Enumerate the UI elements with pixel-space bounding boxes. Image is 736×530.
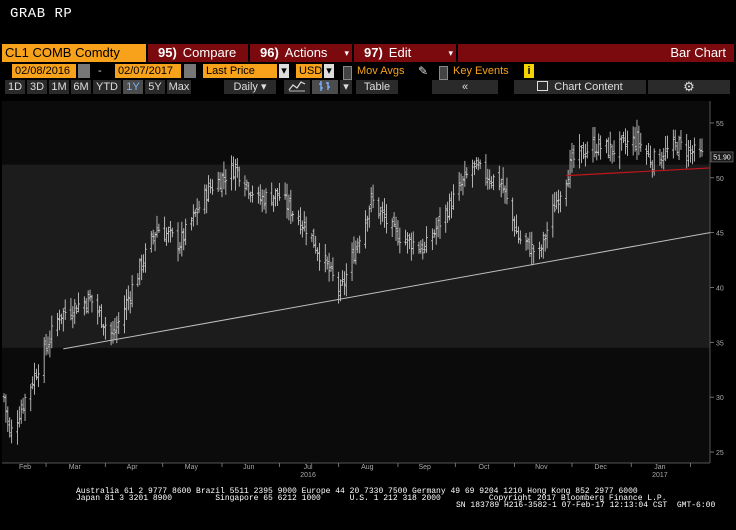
period-button-1m[interactable]: 1M bbox=[49, 80, 69, 94]
period-button-1d[interactable]: 1D bbox=[5, 80, 25, 94]
x-month-label: Aug bbox=[361, 464, 374, 471]
actions-number: 96) bbox=[260, 45, 279, 60]
field-select[interactable]: Last Price bbox=[203, 64, 277, 78]
period-button-5y[interactable]: 5Y bbox=[145, 80, 165, 94]
date-separator: - bbox=[98, 65, 102, 77]
footer: Australia 61 2 9777 8600 Brazil 5511 239… bbox=[0, 487, 736, 530]
edit-menu-button[interactable]: 97) Edit ▾ bbox=[354, 44, 456, 62]
key-events-label: Key Events bbox=[453, 65, 509, 77]
period-button-6m[interactable]: 6M bbox=[71, 80, 91, 94]
x-month-label: Apr bbox=[127, 464, 139, 471]
period-button-1y[interactable]: 1Y bbox=[123, 80, 143, 94]
last-price-label: 51.90 bbox=[713, 154, 731, 161]
toolbar-date-range: 02/08/2016 - 02/07/2017 Last Price ▾ USD… bbox=[0, 63, 736, 80]
chart-content-label: Chart Content bbox=[554, 81, 623, 93]
frequency-select[interactable]: Daily ▾ bbox=[224, 80, 276, 94]
chevron-down-icon: ▾ bbox=[448, 48, 453, 58]
period-button-3d[interactable]: 3D bbox=[27, 80, 47, 94]
currency-dropdown-arrow-icon[interactable]: ▾ bbox=[324, 64, 334, 78]
x-month-label: Oct bbox=[479, 464, 490, 471]
toolbar-primary: CL1 COMB Comdty 95) Compare 96) Actions ▾ … bbox=[0, 44, 736, 62]
x-month-label: Jan bbox=[654, 464, 665, 471]
nav-back-button[interactable]: « bbox=[432, 80, 498, 94]
compare-number: 95) bbox=[158, 45, 177, 60]
x-month-label: Nov bbox=[535, 464, 548, 471]
x-month-label: Jul bbox=[304, 464, 313, 471]
field-dropdown-arrow-icon[interactable]: ▾ bbox=[279, 64, 289, 78]
x-year-label: 2016 bbox=[300, 472, 316, 479]
x-year-label: 2017 bbox=[652, 472, 668, 479]
y-tick-label: 40 bbox=[716, 285, 724, 292]
chevron-down-icon: ▾ bbox=[344, 48, 349, 58]
chart-content-button[interactable]: Chart Content bbox=[514, 80, 646, 94]
y-tick-label: 25 bbox=[716, 450, 724, 457]
bar-chart-icon[interactable] bbox=[312, 80, 338, 94]
pencil-icon[interactable]: ✎ bbox=[418, 64, 430, 78]
calendar-icon[interactable] bbox=[184, 64, 196, 78]
price-chart[interactable]: 25 30 35 40 45 50 55 Feb Mar Apr May Jun Jul Aug Sep O… bbox=[0, 96, 736, 484]
window-title: GRAB RP bbox=[10, 6, 73, 22]
x-month-label: Mar bbox=[69, 464, 82, 471]
y-tick-label: 50 bbox=[716, 176, 724, 183]
compare-button[interactable]: 95) Compare bbox=[148, 44, 248, 62]
period-button-max[interactable]: Max bbox=[167, 80, 191, 94]
x-month-label: Feb bbox=[19, 464, 31, 471]
y-tick-label: 45 bbox=[716, 231, 724, 238]
y-tick-label: 30 bbox=[716, 395, 724, 402]
chevron-down-icon: ▾ bbox=[260, 81, 267, 93]
ticker-field[interactable]: CL1 COMB Comdty bbox=[2, 44, 146, 62]
y-tick-label: 55 bbox=[716, 121, 724, 128]
start-date-input[interactable]: 02/08/2016 bbox=[12, 64, 76, 78]
actions-label: Actions bbox=[284, 45, 328, 60]
mov-avgs-checkbox[interactable] bbox=[343, 66, 352, 80]
x-month-label: Dec bbox=[594, 464, 607, 471]
table-button[interactable]: Table bbox=[356, 80, 398, 94]
line-chart-icon[interactable] bbox=[284, 80, 310, 94]
toolbar-periods: 1D 3D 1M 6M YTD 1Y 5Y Max Daily ▾ ▾ Table « Cha… bbox=[0, 80, 736, 95]
mov-avgs-label: Mov Avgs bbox=[357, 65, 405, 77]
edit-label: Edit bbox=[388, 45, 412, 60]
chart-style-dropdown-icon[interactable]: ▾ bbox=[340, 80, 352, 94]
x-month-label: Sep bbox=[418, 464, 431, 471]
x-month-label: Jun bbox=[243, 464, 254, 471]
actions-menu-button[interactable]: 96) Actions ▾ bbox=[250, 44, 352, 62]
frequency-label: Daily bbox=[233, 81, 258, 93]
chart-content-icon bbox=[537, 81, 549, 91]
chart-type-label: Bar Chart bbox=[458, 44, 734, 62]
gear-icon[interactable]: ⚙ bbox=[648, 80, 730, 94]
period-button-ytd[interactable]: YTD bbox=[93, 80, 121, 94]
calendar-icon[interactable] bbox=[78, 64, 90, 78]
compare-label: Compare bbox=[182, 45, 237, 60]
info-icon[interactable]: i bbox=[524, 64, 534, 78]
key-events-checkbox[interactable] bbox=[439, 66, 448, 80]
x-month-label: May bbox=[185, 464, 199, 471]
footer-line-3: SN 183789 H216-3582-1 07-Feb-17 12:13:04… bbox=[456, 501, 716, 510]
y-tick-label: 35 bbox=[716, 340, 724, 347]
end-date-input[interactable]: 02/07/2017 bbox=[115, 64, 181, 78]
edit-number: 97) bbox=[364, 45, 383, 60]
last-price-marker: 51.90 bbox=[710, 151, 734, 163]
currency-select[interactable]: USD bbox=[296, 64, 322, 78]
